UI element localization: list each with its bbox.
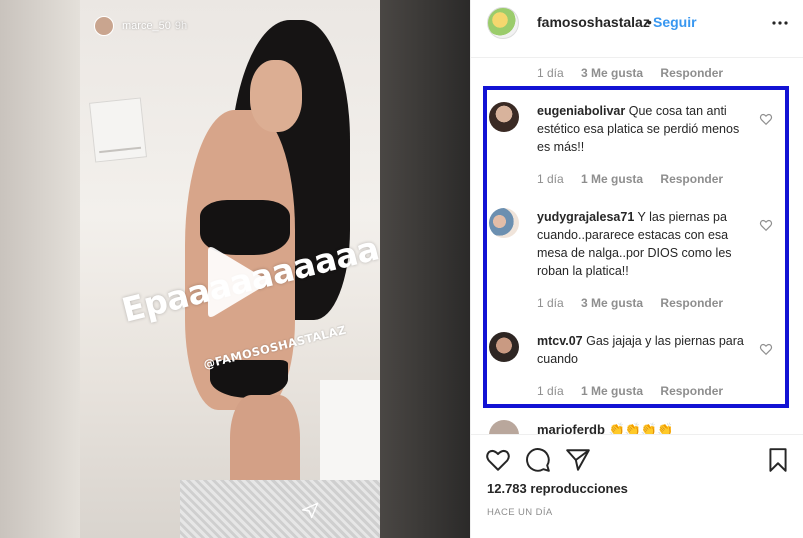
comment-likes[interactable]: 3 Me gusta xyxy=(581,66,643,80)
comment-time: 1 día xyxy=(537,296,564,310)
post-header: famososhastalaz • Seguir xyxy=(471,0,803,58)
comment-meta: 1 día 1 Me gusta Responder xyxy=(537,384,737,398)
comment-username[interactable]: eugeniabolivar xyxy=(537,104,625,118)
post-timestamp: HACE UN DÍA xyxy=(487,507,553,518)
reply-button[interactable]: Responder xyxy=(660,66,723,80)
media-pane: marce_509h Epaaaaaaaaaa @FAMOSOSHASTALAZ xyxy=(0,0,470,538)
story-username-text: marce_50 xyxy=(122,20,171,32)
heart-icon[interactable] xyxy=(759,218,773,232)
video-player[interactable]: marce_509h Epaaaaaaaaaa @FAMOSOSHASTALAZ xyxy=(80,0,380,538)
comment-time: 1 día xyxy=(537,384,564,398)
air-conditioner-image xyxy=(89,97,147,163)
action-bar: 12.783 reproducciones HACE UN DÍA xyxy=(471,434,803,538)
story-time: 9h xyxy=(174,20,188,32)
story-avatar xyxy=(94,16,114,36)
comment-username[interactable]: yudygrajalesa71 xyxy=(537,210,634,224)
commenter-avatar[interactable] xyxy=(489,420,519,434)
comment-body: eugeniabolivar Que cosa tan anti estétic… xyxy=(537,102,747,156)
rug-image xyxy=(180,480,380,538)
follow-button[interactable]: Seguir xyxy=(653,14,697,30)
comment-time: 1 día xyxy=(537,172,564,186)
comment-time: 1 día xyxy=(537,66,564,80)
comments-list[interactable]: 1 día 3 Me gusta Responder eugeniaboliva… xyxy=(471,58,803,434)
heart-icon[interactable] xyxy=(759,342,773,356)
header-username[interactable]: famososhastalaz xyxy=(537,14,650,30)
heart-icon[interactable] xyxy=(759,112,773,126)
commenter-avatar[interactable] xyxy=(489,332,519,362)
commenter-avatar[interactable] xyxy=(489,208,519,238)
comment-likes[interactable]: 1 Me gusta xyxy=(581,172,643,186)
comment-body: yudygrajalesa71 Y las piernas pa cuando.… xyxy=(537,208,747,280)
more-icon[interactable] xyxy=(771,14,789,32)
send-icon xyxy=(301,502,319,519)
comment-body: mtcv.07 Gas jajaja y las piernas para cu… xyxy=(537,332,747,368)
comment-icon[interactable] xyxy=(525,447,551,473)
header-avatar[interactable] xyxy=(487,7,519,39)
heart-icon[interactable] xyxy=(485,447,511,473)
media-backdrop-left xyxy=(0,0,80,538)
person-face-image xyxy=(250,60,302,132)
commenter-avatar[interactable] xyxy=(489,102,519,132)
play-icon[interactable] xyxy=(200,245,270,320)
comment-item: mtcv.07 Gas jajaja y las piernas para cu… xyxy=(489,332,789,402)
view-count-number: 12.783 xyxy=(487,481,527,496)
bookmark-icon[interactable] xyxy=(765,447,791,473)
media-backdrop-right xyxy=(380,0,470,538)
comment-likes[interactable]: 1 Me gusta xyxy=(581,384,643,398)
comment-item: yudygrajalesa71 Y las piernas pa cuando.… xyxy=(489,208,789,318)
comment-username[interactable]: mtcv.07 xyxy=(537,334,583,348)
comment-meta-top: 1 día 3 Me gusta Responder xyxy=(537,66,737,80)
comment-meta: 1 día 1 Me gusta Responder xyxy=(537,172,737,186)
comment-meta: 1 día 3 Me gusta Responder xyxy=(537,296,737,310)
reply-button[interactable]: Responder xyxy=(660,172,723,186)
comment-username[interactable]: marioferdb 👏👏👏👏 xyxy=(537,422,673,434)
comment-likes[interactable]: 3 Me gusta xyxy=(581,296,643,310)
story-username: marce_50 9h xyxy=(122,20,187,32)
view-count[interactable]: 12.783 reproducciones xyxy=(487,481,628,496)
reply-button[interactable]: Responder xyxy=(660,384,723,398)
view-count-label: reproducciones xyxy=(530,481,628,496)
header-separator: • xyxy=(647,14,652,30)
share-icon[interactable] xyxy=(565,447,591,473)
comment-item: eugeniabolivar Que cosa tan anti estétic… xyxy=(489,102,789,202)
reply-button[interactable]: Responder xyxy=(660,296,723,310)
post-panel: famososhastalaz • Seguir 1 día 3 Me gust… xyxy=(470,0,803,538)
